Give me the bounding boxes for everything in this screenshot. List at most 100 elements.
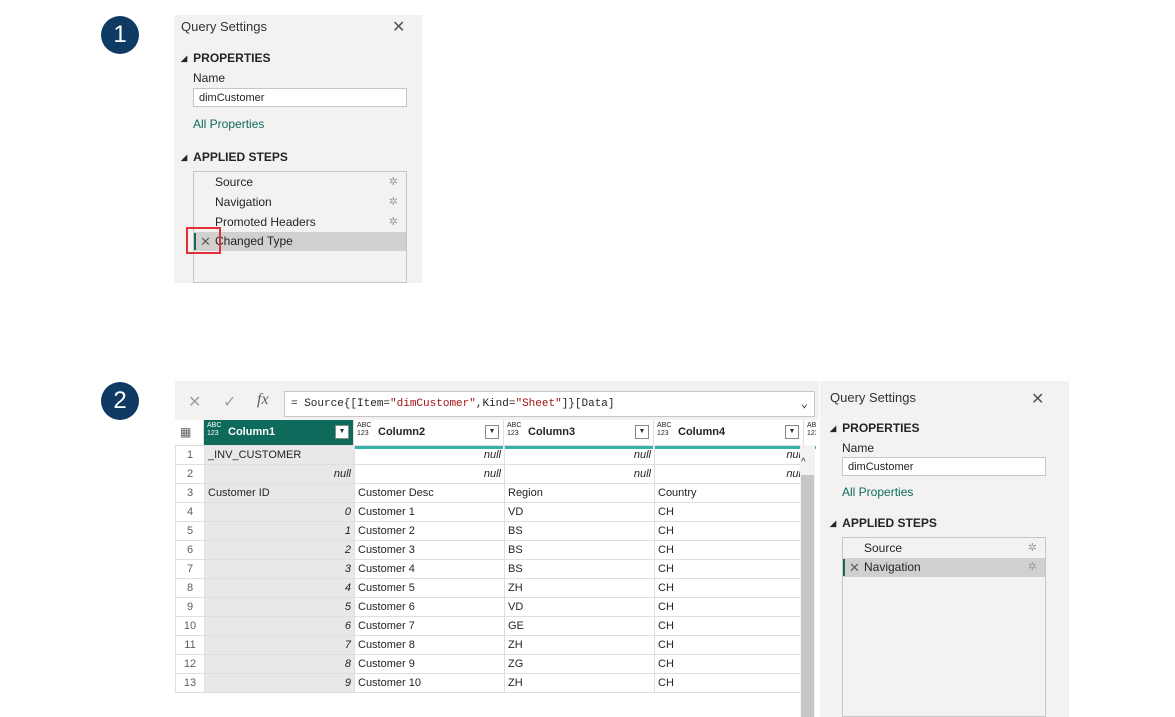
table-icon[interactable]: ▦ bbox=[180, 425, 191, 439]
table-row[interactable]: 7 3 Customer 4 BS CH bbox=[175, 559, 805, 579]
table-cell[interactable]: BS bbox=[504, 540, 655, 560]
table-cell[interactable]: Customer 1 bbox=[354, 502, 505, 522]
row-number[interactable]: 13 bbox=[175, 673, 205, 693]
table-cell[interactable]: CH bbox=[654, 616, 805, 636]
formula-input[interactable]: = Source{[Item="dimCustomer",Kind="Sheet… bbox=[284, 391, 815, 417]
table-cell[interactable]: VD bbox=[504, 502, 655, 522]
table-cell[interactable]: nul bbox=[654, 445, 805, 465]
table-row[interactable]: 9 5 Customer 6 VD CH bbox=[175, 597, 805, 617]
step-navigation[interactable]: ✕ Navigation ✲ bbox=[843, 558, 1045, 577]
delete-step-icon[interactable]: ✕ bbox=[849, 558, 860, 577]
table-cell[interactable]: ZH bbox=[504, 673, 655, 693]
table-row[interactable]: 8 4 Customer 5 ZH CH bbox=[175, 578, 805, 598]
table-cell[interactable]: 8 bbox=[204, 654, 355, 674]
table-cell[interactable]: 0 bbox=[204, 502, 355, 522]
table-row[interactable]: 2 null null null nul bbox=[175, 464, 805, 484]
row-number[interactable]: 2 bbox=[175, 464, 205, 484]
gear-icon[interactable]: ✲ bbox=[389, 213, 398, 232]
row-number[interactable]: 5 bbox=[175, 521, 205, 541]
table-cell[interactable]: null bbox=[354, 464, 505, 484]
all-properties-link[interactable]: All Properties bbox=[193, 117, 264, 131]
name-input[interactable]: dimCustomer bbox=[842, 457, 1046, 476]
filter-dropdown-icon[interactable]: ▼ bbox=[635, 425, 649, 439]
table-cell[interactable]: 6 bbox=[204, 616, 355, 636]
row-number[interactable]: 1 bbox=[175, 445, 205, 465]
step-changed-type[interactable]: ✕ Changed Type bbox=[194, 232, 406, 251]
table-row[interactable]: 10 6 Customer 7 GE CH bbox=[175, 616, 805, 636]
table-row[interactable]: 1 _INV_CUSTOMER null null nul bbox=[175, 445, 805, 465]
column-header-5-partial[interactable]: ABC123 bbox=[804, 420, 816, 449]
table-cell[interactable]: Region bbox=[504, 483, 655, 503]
table-cell[interactable]: null bbox=[354, 445, 505, 465]
row-number[interactable]: 6 bbox=[175, 540, 205, 560]
table-cell[interactable]: CH bbox=[654, 673, 805, 693]
table-menu[interactable]: ▦ bbox=[175, 420, 204, 445]
applied-steps-section[interactable]: ◢ APPLIED STEPS bbox=[181, 150, 288, 164]
table-row[interactable]: 11 7 Customer 8 ZH CH bbox=[175, 635, 805, 655]
table-cell[interactable]: Customer 8 bbox=[354, 635, 505, 655]
type-icon[interactable]: ABC123 bbox=[357, 422, 371, 438]
vertical-scrollbar[interactable]: ^ bbox=[800, 445, 815, 717]
row-number[interactable]: 9 bbox=[175, 597, 205, 617]
gear-icon[interactable]: ✲ bbox=[389, 193, 398, 212]
table-cell[interactable]: Customer 9 bbox=[354, 654, 505, 674]
row-number[interactable]: 12 bbox=[175, 654, 205, 674]
column-header-1[interactable]: ABC 123 Column1 ▼ bbox=[204, 420, 354, 449]
table-cell[interactable]: CH bbox=[654, 597, 805, 617]
type-icon[interactable]: ABC123 bbox=[807, 422, 816, 438]
table-cell[interactable]: 5 bbox=[204, 597, 355, 617]
table-cell[interactable]: ZG bbox=[504, 654, 655, 674]
table-cell[interactable]: _INV_CUSTOMER bbox=[204, 445, 355, 465]
table-cell[interactable]: ZH bbox=[504, 635, 655, 655]
table-cell[interactable]: CH bbox=[654, 521, 805, 541]
table-cell[interactable]: BS bbox=[504, 559, 655, 579]
table-cell[interactable]: 2 bbox=[204, 540, 355, 560]
table-cell[interactable]: Customer 3 bbox=[354, 540, 505, 560]
table-cell[interactable]: CH bbox=[654, 540, 805, 560]
type-icon[interactable]: ABC123 bbox=[507, 422, 521, 438]
table-cell[interactable]: 1 bbox=[204, 521, 355, 541]
table-cell[interactable]: ZH bbox=[504, 578, 655, 598]
table-cell[interactable]: CH bbox=[654, 578, 805, 598]
table-cell[interactable]: Customer 7 bbox=[354, 616, 505, 636]
table-cell[interactable]: Customer 2 bbox=[354, 521, 505, 541]
properties-section[interactable]: ◢ PROPERTIES bbox=[181, 51, 271, 65]
step-source[interactable]: Source ✲ bbox=[194, 173, 406, 192]
table-cell[interactable]: CH bbox=[654, 502, 805, 522]
table-row[interactable]: 4 0 Customer 1 VD CH bbox=[175, 502, 805, 522]
table-row[interactable]: 5 1 Customer 2 BS CH bbox=[175, 521, 805, 541]
scrollbar-thumb[interactable] bbox=[801, 475, 814, 717]
name-input[interactable]: dimCustomer bbox=[193, 88, 407, 107]
table-cell[interactable]: Customer ID bbox=[204, 483, 355, 503]
chevron-down-icon[interactable]: ⌄ bbox=[801, 392, 808, 416]
step-source[interactable]: Source ✲ bbox=[843, 539, 1045, 558]
fx-icon[interactable]: fx bbox=[257, 391, 269, 409]
table-cell[interactable]: null bbox=[504, 445, 655, 465]
step-navigation[interactable]: Navigation ✲ bbox=[194, 193, 406, 212]
all-properties-link[interactable]: All Properties bbox=[842, 485, 913, 499]
table-cell[interactable]: nul bbox=[654, 464, 805, 484]
gear-icon[interactable]: ✲ bbox=[389, 173, 398, 192]
table-cell[interactable]: Customer 6 bbox=[354, 597, 505, 617]
table-cell[interactable]: 7 bbox=[204, 635, 355, 655]
table-cell[interactable]: GE bbox=[504, 616, 655, 636]
table-cell[interactable]: null bbox=[204, 464, 355, 484]
type-icon[interactable]: ABC123 bbox=[657, 422, 671, 438]
table-cell[interactable]: 3 bbox=[204, 559, 355, 579]
close-icon[interactable]: ✕ bbox=[1031, 389, 1044, 409]
check-icon[interactable]: ✓ bbox=[223, 392, 236, 412]
table-cell[interactable]: 9 bbox=[204, 673, 355, 693]
table-cell[interactable]: 4 bbox=[204, 578, 355, 598]
table-cell[interactable]: Customer Desc bbox=[354, 483, 505, 503]
table-cell[interactable]: Customer 10 bbox=[354, 673, 505, 693]
column-header-4[interactable]: ABC 123 Column4 ▼ bbox=[654, 420, 804, 449]
properties-section[interactable]: ◢ PROPERTIES bbox=[830, 421, 920, 435]
step-promoted-headers[interactable]: Promoted Headers ✲ bbox=[194, 213, 406, 232]
row-number[interactable]: 7 bbox=[175, 559, 205, 579]
row-number[interactable]: 10 bbox=[175, 616, 205, 636]
table-cell[interactable]: VD bbox=[504, 597, 655, 617]
filter-dropdown-icon[interactable]: ▼ bbox=[785, 425, 799, 439]
row-number[interactable]: 3 bbox=[175, 483, 205, 503]
table-cell[interactable]: Customer 5 bbox=[354, 578, 505, 598]
applied-steps-section[interactable]: ◢ APPLIED STEPS bbox=[830, 516, 937, 530]
